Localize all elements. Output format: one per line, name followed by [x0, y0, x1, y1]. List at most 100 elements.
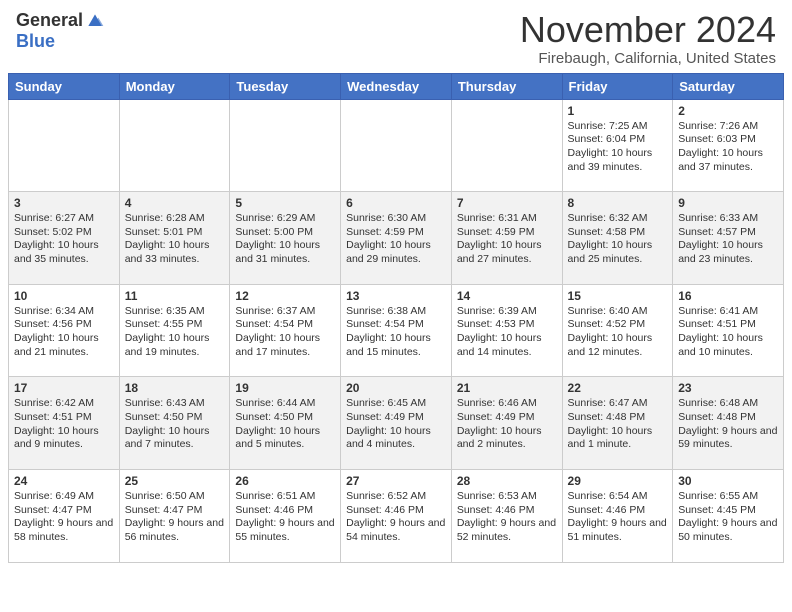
day-info: Sunset: 4:54 PM — [235, 318, 335, 332]
day-info: Sunset: 4:49 PM — [457, 411, 557, 425]
calendar-cell: 26 Sunrise: 6:51 AMSunset: 4:46 PMDayligh… — [230, 469, 341, 562]
calendar-cell — [119, 99, 230, 192]
day-info: Sunset: 4:59 PM — [346, 226, 446, 240]
title-section: November 2024 Firebaugh, California, Uni… — [520, 10, 776, 67]
day-info: Sunset: 6:04 PM — [568, 133, 668, 147]
day-info: Sunset: 6:03 PM — [678, 133, 778, 147]
day-info: Sunrise: 6:44 AM — [235, 397, 335, 411]
calendar-cell: 18Sunrise: 6:43 AMSunset: 4:50 PMDayligh… — [119, 377, 230, 470]
calendar-cell — [230, 99, 341, 192]
day-info: Sunset: 4:52 PM — [568, 318, 668, 332]
day-info: Sunrise: 6:32 AM — [568, 212, 668, 226]
day-number: 7 — [457, 196, 557, 210]
day-info: Daylight: 9 hours and 55 minutes. — [235, 517, 335, 544]
day-number: 17 — [14, 381, 114, 395]
day-info: Daylight: 10 hours and 15 minutes. — [346, 332, 446, 359]
day-number: 10 — [14, 289, 114, 303]
day-info: Daylight: 10 hours and 2 minutes. — [457, 425, 557, 452]
calendar-cell: 23Sunrise: 6:48 AMSunset: 4:48 PMDayligh… — [673, 377, 784, 470]
logo-blue-text: Blue — [16, 31, 55, 52]
day-info: Sunrise: 6:27 AM — [14, 212, 114, 226]
day-of-week-friday: Friday — [562, 73, 673, 99]
calendar-cell: 11Sunrise: 6:35 AMSunset: 4:55 PMDayligh… — [119, 284, 230, 377]
day-info: Daylight: 10 hours and 19 minutes. — [125, 332, 225, 359]
day-number: 13 — [346, 289, 446, 303]
day-info: Sunrise: 6:41 AM — [678, 305, 778, 319]
day-info: Daylight: 9 hours and 56 minutes. — [125, 517, 225, 544]
day-info: Sunrise: 6:30 AM — [346, 212, 446, 226]
calendar-cell — [341, 99, 452, 192]
day-info: Daylight: 10 hours and 5 minutes. — [235, 425, 335, 452]
day-number: 26 — [235, 474, 335, 488]
day-info: Daylight: 10 hours and 21 minutes. — [14, 332, 114, 359]
day-info: Daylight: 10 hours and 39 minutes. — [568, 147, 668, 174]
day-info: Sunrise: 6:43 AM — [125, 397, 225, 411]
calendar-cell: 17Sunrise: 6:42 AMSunset: 4:51 PMDayligh… — [9, 377, 120, 470]
calendar-header: SundayMondayTuesdayWednesdayThursdayFrid… — [9, 73, 784, 99]
calendar-cell: 15Sunrise: 6:40 AMSunset: 4:52 PMDayligh… — [562, 284, 673, 377]
calendar-cell: 25Sunrise: 6:50 AMSunset: 4:47 PMDayligh… — [119, 469, 230, 562]
day-info: Sunset: 4:46 PM — [457, 504, 557, 518]
day-info: Sunrise: 6:31 AM — [457, 212, 557, 226]
day-info: Sunset: 4:47 PM — [125, 504, 225, 518]
day-info: Sunset: 4:46 PM — [235, 504, 335, 518]
day-info: Sunset: 4:51 PM — [678, 318, 778, 332]
day-info: Daylight: 10 hours and 33 minutes. — [125, 239, 225, 266]
day-info: Daylight: 10 hours and 35 minutes. — [14, 239, 114, 266]
day-info: Daylight: 10 hours and 25 minutes. — [568, 239, 668, 266]
week-row-2: 3Sunrise: 6:27 AMSunset: 5:02 PMDaylight… — [9, 192, 784, 285]
day-number: 15 — [568, 289, 668, 303]
day-info: Sunrise: 6:46 AM — [457, 397, 557, 411]
day-info: Sunset: 4:48 PM — [568, 411, 668, 425]
calendar-cell: 28Sunrise: 6:53 AMSunset: 4:46 PMDayligh… — [451, 469, 562, 562]
calendar-cell: 12Sunrise: 6:37 AMSunset: 4:54 PMDayligh… — [230, 284, 341, 377]
day-info: Sunrise: 6:42 AM — [14, 397, 114, 411]
day-info: Sunset: 4:50 PM — [125, 411, 225, 425]
day-info: Daylight: 10 hours and 4 minutes. — [346, 425, 446, 452]
day-info: Sunset: 4:56 PM — [14, 318, 114, 332]
day-info: Sunset: 5:00 PM — [235, 226, 335, 240]
day-info: Sunrise: 6:52 AM — [346, 490, 446, 504]
logo-text: General — [16, 10, 105, 31]
day-info: Sunrise: 6:51 AM — [235, 490, 335, 504]
day-of-week-wednesday: Wednesday — [341, 73, 452, 99]
day-info: Sunrise: 6:48 AM — [678, 397, 778, 411]
day-number: 12 — [235, 289, 335, 303]
calendar-table: SundayMondayTuesdayWednesdayThursdayFrid… — [8, 73, 784, 563]
days-of-week-row: SundayMondayTuesdayWednesdayThursdayFrid… — [9, 73, 784, 99]
day-number: 11 — [125, 289, 225, 303]
calendar-cell: 14Sunrise: 6:39 AMSunset: 4:53 PMDayligh… — [451, 284, 562, 377]
day-info: Sunrise: 6:40 AM — [568, 305, 668, 319]
day-info: Sunset: 4:46 PM — [346, 504, 446, 518]
day-info: Daylight: 9 hours and 50 minutes. — [678, 517, 778, 544]
day-info: Daylight: 10 hours and 17 minutes. — [235, 332, 335, 359]
day-info: Daylight: 10 hours and 27 minutes. — [457, 239, 557, 266]
calendar-cell: 20Sunrise: 6:45 AMSunset: 4:49 PMDayligh… — [341, 377, 452, 470]
day-number: 21 — [457, 381, 557, 395]
day-info: Daylight: 10 hours and 23 minutes. — [678, 239, 778, 266]
day-number: 28 — [457, 474, 557, 488]
calendar-cell: 13Sunrise: 6:38 AMSunset: 4:54 PMDayligh… — [341, 284, 452, 377]
week-row-1: 1Sunrise: 7:25 AMSunset: 6:04 PMDaylight… — [9, 99, 784, 192]
day-info: Sunrise: 6:50 AM — [125, 490, 225, 504]
day-info: Daylight: 10 hours and 1 minute. — [568, 425, 668, 452]
day-info: Sunset: 4:55 PM — [125, 318, 225, 332]
calendar-cell: 9Sunrise: 6:33 AMSunset: 4:57 PMDaylight… — [673, 192, 784, 285]
calendar-cell: 19Sunrise: 6:44 AMSunset: 4:50 PMDayligh… — [230, 377, 341, 470]
calendar-cell: 30Sunrise: 6:55 AMSunset: 4:45 PMDayligh… — [673, 469, 784, 562]
calendar-cell: 8Sunrise: 6:32 AMSunset: 4:58 PMDaylight… — [562, 192, 673, 285]
day-number: 19 — [235, 381, 335, 395]
calendar-cell: 4Sunrise: 6:28 AMSunset: 5:01 PMDaylight… — [119, 192, 230, 285]
day-info: Daylight: 10 hours and 37 minutes. — [678, 147, 778, 174]
day-number: 16 — [678, 289, 778, 303]
day-info: Daylight: 9 hours and 51 minutes. — [568, 517, 668, 544]
day-info: Sunset: 4:51 PM — [14, 411, 114, 425]
day-info: Sunrise: 6:47 AM — [568, 397, 668, 411]
calendar-cell: 1Sunrise: 7:25 AMSunset: 6:04 PMDaylight… — [562, 99, 673, 192]
day-number: 18 — [125, 381, 225, 395]
calendar-cell: 3Sunrise: 6:27 AMSunset: 5:02 PMDaylight… — [9, 192, 120, 285]
calendar-cell: 29Sunrise: 6:54 AMSunset: 4:46 PMDayligh… — [562, 469, 673, 562]
day-of-week-sunday: Sunday — [9, 73, 120, 99]
day-info: Sunrise: 7:25 AM — [568, 120, 668, 134]
header: General Blue November 2024 Firebaugh, Ca… — [0, 0, 792, 73]
